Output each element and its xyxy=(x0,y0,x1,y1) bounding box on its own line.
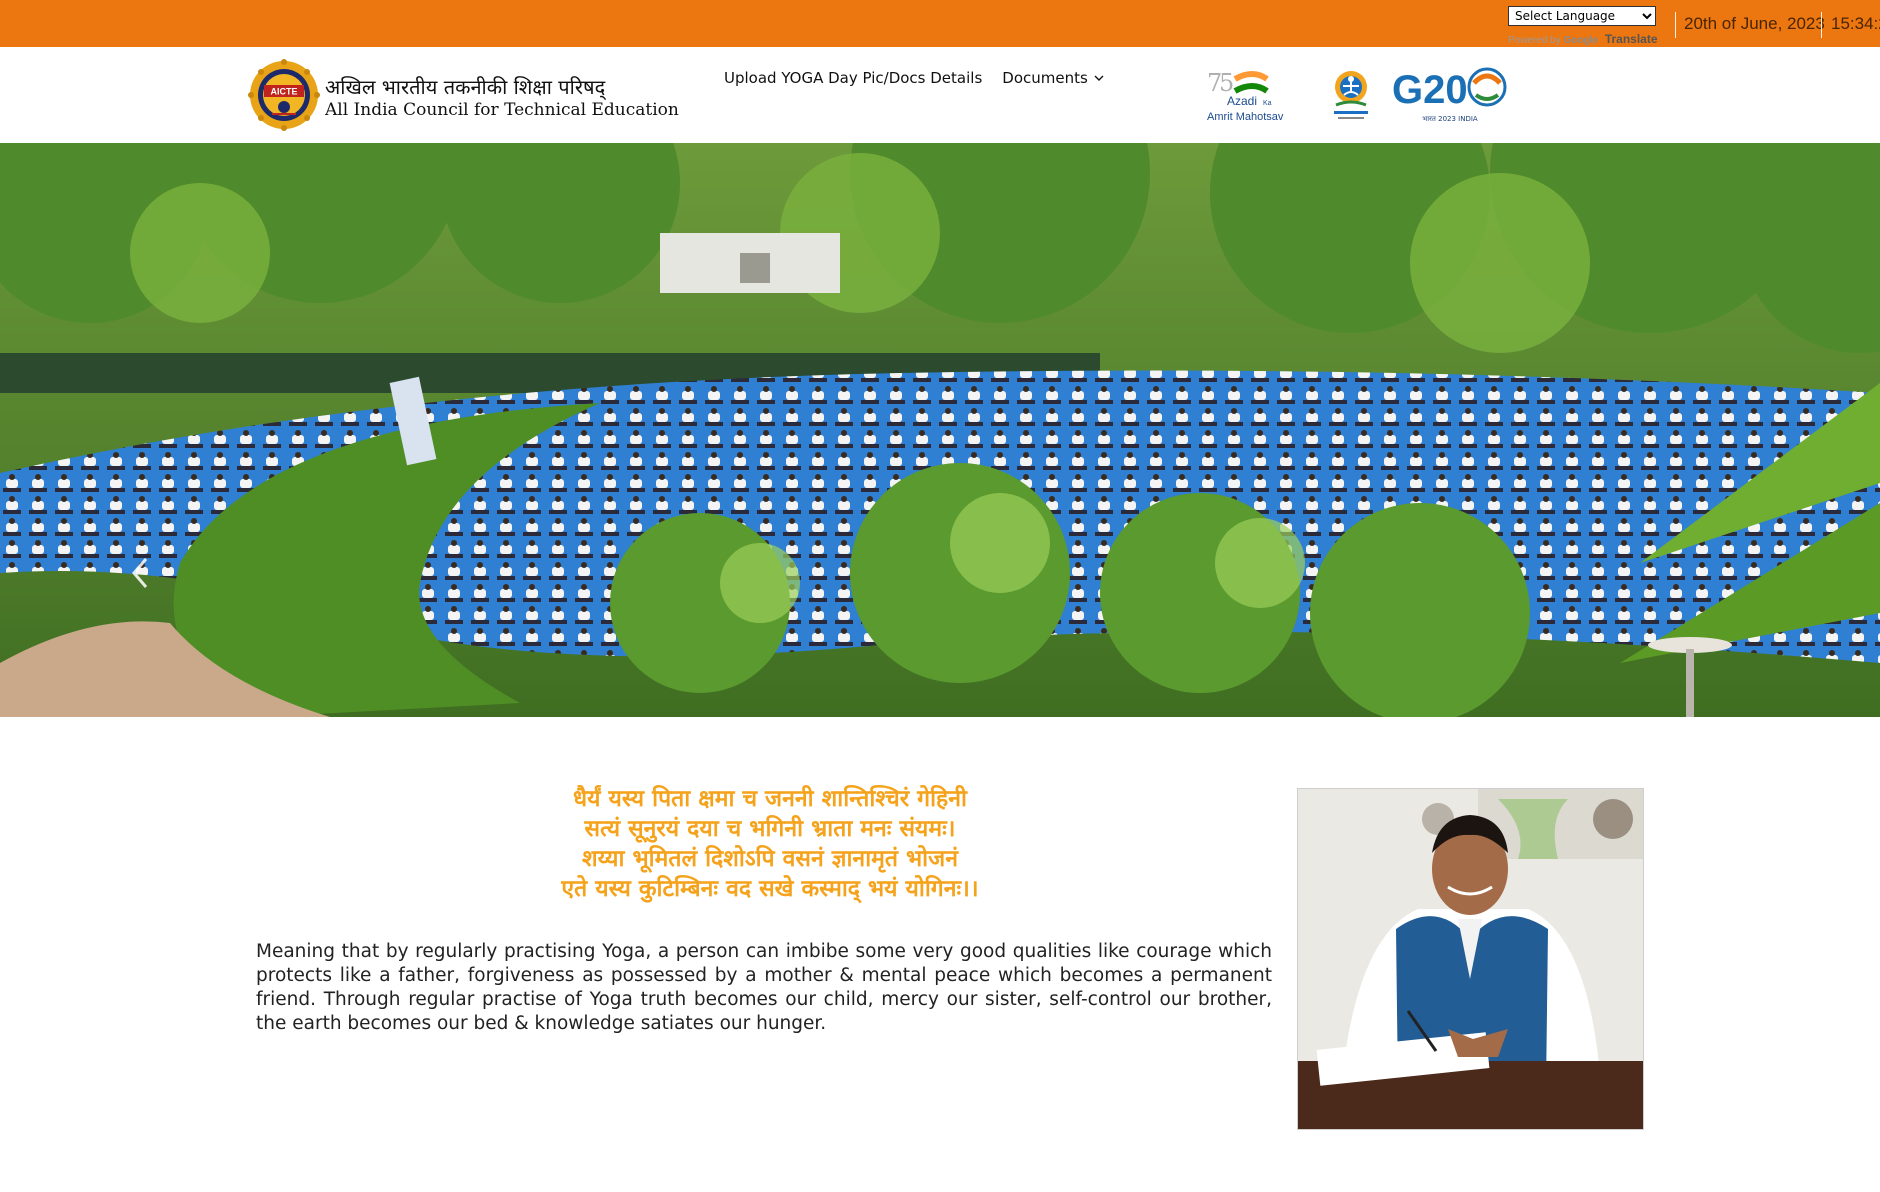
shloka-line: सत्यं सूनुरयं दया च भगिनी भ्राता मनः संय… xyxy=(584,816,956,842)
aicte-logo[interactable]: AICTE xyxy=(248,59,320,131)
current-date: 20th of June, 2023 xyxy=(1684,14,1825,33)
shloka-meaning: Meaning that by regularly practising Yog… xyxy=(256,941,1272,1034)
org-name-english: All India Council for Technical Educatio… xyxy=(325,100,679,120)
language-select[interactable]: Select Language xyxy=(1508,6,1656,26)
powered-by-label: Powered by xyxy=(1508,35,1561,46)
g20-main-text: G20 xyxy=(1392,68,1468,112)
svg-text:5: 5 xyxy=(1219,69,1234,97)
chairman-portrait xyxy=(1297,788,1644,1130)
g20-india-logo: G20 भारत 2023 INDIA xyxy=(1392,67,1507,123)
yoga-shloka: धैर्यं यस्य पिता क्षमा च जननी शान्तिश्चि… xyxy=(500,784,1040,904)
main-nav: Upload YOGA Day Pic/Docs Details Documen… xyxy=(724,69,1104,87)
g20-subtext: भारत 2023 INDIA xyxy=(1422,115,1478,123)
top-bar: Select Language Powered by Google Transl… xyxy=(0,0,1880,47)
google-translate-widget: Select Language Powered by Google Transl… xyxy=(1508,5,1678,46)
yoga-day-logo xyxy=(1334,71,1368,119)
azadi-ka-amrit-mahotsav-logo: 7 5 Azadi Ka Amrit Mahotsav xyxy=(1207,69,1284,123)
shloka-line: धैर्यं यस्य पिता क्षमा च जननी शान्तिश्चि… xyxy=(573,786,967,812)
yoga-session-photo xyxy=(0,143,1880,717)
topbar-divider xyxy=(1821,12,1822,38)
azadi-line1: Azadi xyxy=(1227,94,1257,108)
chevron-left-icon[interactable] xyxy=(128,553,154,593)
site-header: AICTE अखिल भारतीय तकनीकी शिक्षा परिषद् A… xyxy=(0,47,1880,143)
nav-documents-label: Documents xyxy=(1002,69,1088,87)
google-logo: Google xyxy=(1563,35,1599,46)
powered-by-google: Powered by Google Translate xyxy=(1508,32,1678,46)
nav-upload-yoga-day[interactable]: Upload YOGA Day Pic/Docs Details xyxy=(724,69,982,87)
azadi-ka: Ka xyxy=(1263,100,1272,107)
aicte-logo-text: AICTE xyxy=(271,87,298,97)
shloka-line: शय्या भूमितलं दिशोऽपि वसनं ज्ञानामृतं भो… xyxy=(582,846,958,872)
nav-documents-dropdown[interactable]: Documents xyxy=(1002,69,1104,87)
shloka-line: एते यस्य कुटिम्बिनः वद सखे कस्माद् भयं य… xyxy=(561,876,979,902)
translate-link[interactable]: Translate xyxy=(1605,32,1658,46)
chevron-down-icon xyxy=(1094,75,1104,81)
current-time: 15:34:2 xyxy=(1831,14,1880,33)
azadi-line2: Amrit Mahotsav xyxy=(1207,111,1284,123)
hero-carousel xyxy=(0,143,1880,717)
org-name-hindi: अखिल भारतीय तकनीकी शिक्षा परिषद् xyxy=(325,75,606,99)
topbar-divider xyxy=(1675,12,1676,38)
